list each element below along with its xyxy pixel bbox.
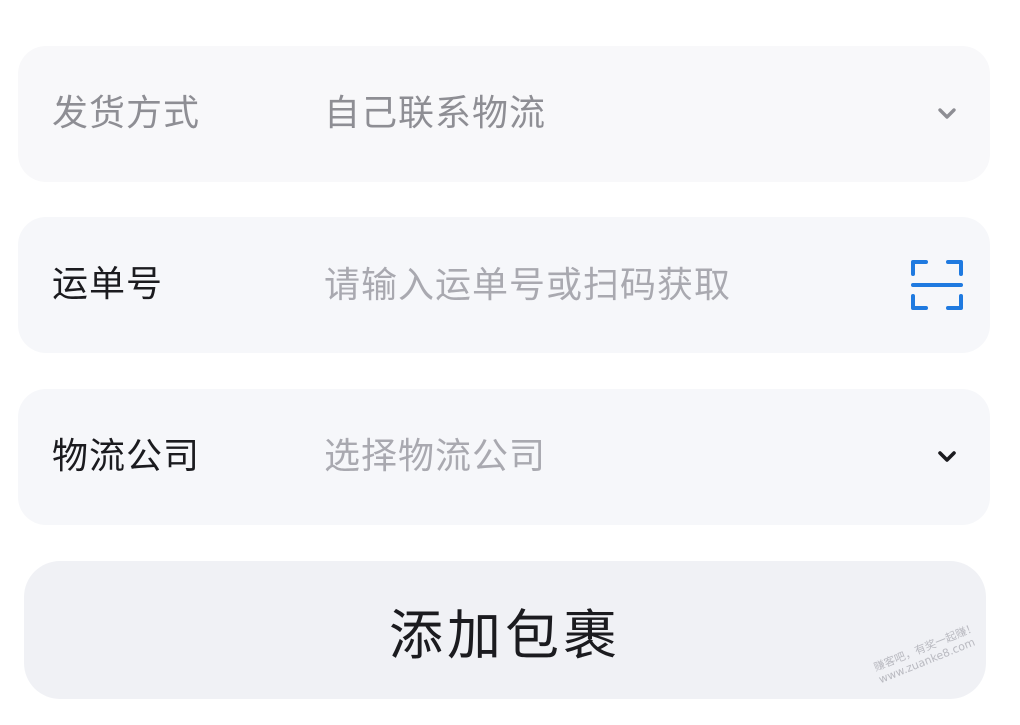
chevron-down-icon[interactable] (934, 444, 960, 470)
courier-placeholder: 选择物流公司 (324, 436, 547, 477)
add-package-button[interactable]: 添加包裹 (24, 561, 986, 699)
shipping-method-label: 发货方式 (52, 93, 201, 134)
waybill-input[interactable] (324, 255, 864, 315)
add-package-form: 发货方式 自己联系物流 运单号 物流公司 选择物流公司 添加包裹 赚客吧，有奖一… (0, 0, 1020, 725)
courier-row[interactable]: 物流公司 选择物流公司 (18, 389, 990, 525)
waybill-row: 运单号 (18, 217, 990, 353)
courier-label: 物流公司 (52, 436, 201, 477)
chevron-down-icon[interactable] (934, 101, 960, 127)
waybill-label: 运单号 (52, 264, 164, 305)
shipping-method-value: 自己联系物流 (324, 93, 547, 134)
shipping-method-row[interactable]: 发货方式 自己联系物流 (18, 46, 990, 182)
scan-icon[interactable] (910, 259, 964, 311)
